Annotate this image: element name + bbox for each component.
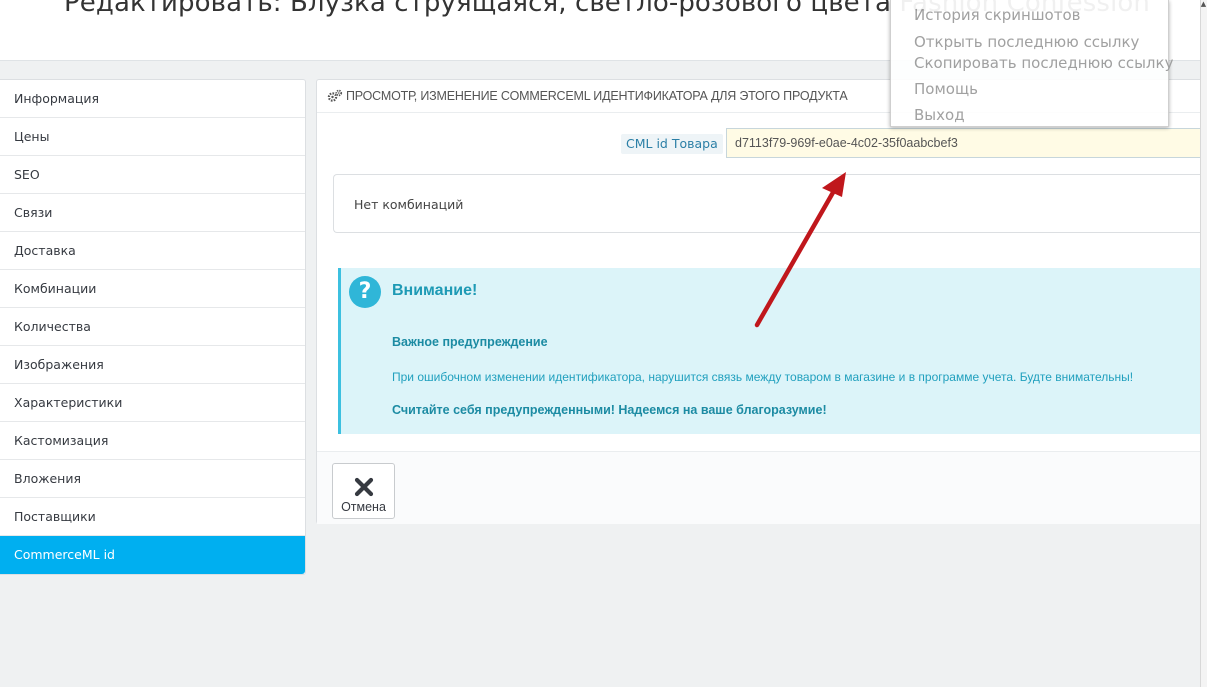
- sidebar-item-combinations[interactable]: Комбинации: [0, 270, 305, 308]
- panel-footer: Отмена: [317, 451, 1201, 524]
- cml-id-input[interactable]: [726, 128, 1202, 158]
- cml-id-label: CML id Товара: [621, 134, 723, 154]
- menu-item-exit[interactable]: Выход: [914, 106, 965, 124]
- sidebar-item-images[interactable]: Изображения: [0, 346, 305, 384]
- menu-item-open-last-link[interactable]: Открыть последнюю ссылку: [914, 33, 1139, 51]
- sidebar-item-shipping[interactable]: Доставка: [0, 232, 305, 270]
- combinations-box: Нет комбинаций: [333, 174, 1202, 233]
- warning-alert: ? Внимание! Важное предупреждение При ош…: [338, 268, 1202, 434]
- scroll-up-icon[interactable]: ▲: [1200, 0, 1207, 8]
- sidebar-item-prices[interactable]: Цены: [0, 118, 305, 156]
- sidebar-item-associations[interactable]: Связи: [0, 194, 305, 232]
- commerceml-panel: ПРОСМОТР, ИЗМЕНЕНИЕ COMMERCEML ИДЕНТИФИК…: [316, 79, 1202, 524]
- sidebar-item-seo[interactable]: SEO: [0, 156, 305, 194]
- menu-item-screenshot-history[interactable]: История скриншотов: [914, 6, 1081, 24]
- sidebar-item-customization[interactable]: Кастомизация: [0, 422, 305, 460]
- page-scrollbar[interactable]: ▲: [1200, 0, 1207, 687]
- sidebar-item-features[interactable]: Характеристики: [0, 384, 305, 422]
- question-icon: ?: [349, 276, 381, 308]
- menu-item-help[interactable]: Помощь: [914, 80, 978, 98]
- sidebar-item-attachments[interactable]: Вложения: [0, 460, 305, 498]
- sidebar-item-info[interactable]: Информация: [0, 80, 305, 118]
- sidebar-item-suppliers[interactable]: Поставщики: [0, 498, 305, 536]
- panel-heading-text: ПРОСМОТР, ИЗМЕНЕНИЕ COMMERCEML ИДЕНТИФИК…: [346, 89, 848, 103]
- screenshot-context-menu: История скриншотов Открыть последнюю ссы…: [890, 0, 1173, 127]
- alert-title: Внимание!: [392, 282, 478, 299]
- product-tabs-sidebar: Информация Цены SEO Связи Доставка Комби…: [0, 79, 306, 575]
- alert-closing: Считайте себя предупрежденными! Надеемся…: [392, 403, 827, 417]
- alert-text: При ошибочном изменении идентификатора, …: [392, 370, 1134, 384]
- sidebar-item-commerceml-id[interactable]: CommerceML id: [0, 536, 305, 574]
- cancel-button[interactable]: Отмена: [332, 463, 395, 519]
- no-combinations-text: Нет комбинаций: [354, 197, 464, 212]
- close-icon: [354, 477, 373, 497]
- cogs-icon: [327, 89, 343, 103]
- alert-subtitle: Важное предупреждение: [392, 335, 548, 349]
- cancel-label: Отмена: [341, 500, 386, 514]
- menu-item-copy-last-link[interactable]: Скопировать последнюю ссылку: [914, 54, 1173, 72]
- sidebar-item-quantities[interactable]: Количества: [0, 308, 305, 346]
